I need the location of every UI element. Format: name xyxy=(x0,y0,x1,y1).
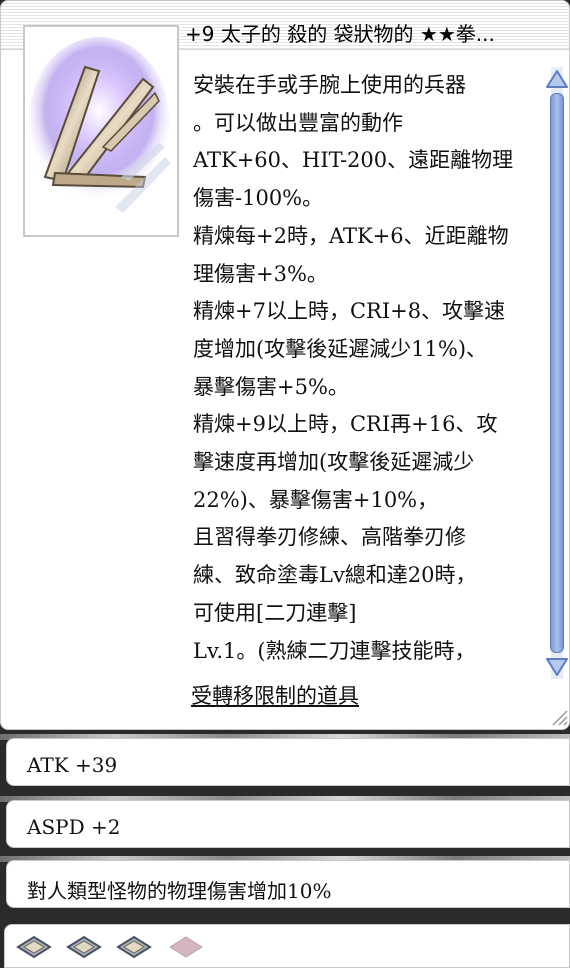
katar-weapon-icon xyxy=(29,37,171,213)
item-description: 安裝在手或手腕上使用的兵器 。可以做出豐富的動作 ATK+60、HIT-200、… xyxy=(193,67,548,683)
item-info-window: +9 太子的 殺的 袋狀物的 ★★拳... 安裝在手或手腕上使用的兵器 。可以做… xyxy=(0,0,570,730)
item-info-stage: +9 太子的 殺的 袋狀物的 ★★拳... 安裝在手或手腕上使用的兵器 。可以做… xyxy=(0,0,570,968)
scroll-up-arrow-icon[interactable] xyxy=(544,67,570,91)
option-label: ASPD +2 xyxy=(27,815,121,839)
description-line: 理傷害+3%。 xyxy=(193,261,328,286)
description-line: 安裝在手或手腕上使用的兵器 xyxy=(193,73,466,97)
card-slot-bar xyxy=(0,920,570,968)
description-line: 精煉每+2時，ATK+6、近距離物 xyxy=(193,223,509,248)
trade-limit-link[interactable]: 受轉移限制的道具 xyxy=(191,681,359,711)
description-line: 精煉+7以上時，CRI+8、攻擊速 xyxy=(193,299,506,324)
description-line: 。可以做出豐富的動作 xyxy=(193,110,403,135)
option-card: ASPD +2 xyxy=(6,800,570,848)
description-line: 擊速度再增加(攻擊後延遲減少 xyxy=(193,450,475,475)
description-line: 22%)、暴擊傷害+10%， xyxy=(193,487,439,512)
description-line: 暴擊傷害+5%。 xyxy=(193,374,349,399)
description-scrollbar[interactable] xyxy=(544,67,570,679)
description-line: 度增加(攻擊後延遲減少11%)、 xyxy=(193,336,488,361)
scroll-thumb[interactable] xyxy=(550,93,564,653)
description-line: 練、致命塗毒Lv總和達20時， xyxy=(193,563,477,588)
option-row: ATK +39 xyxy=(0,734,570,790)
description-line: 精煉+9以上時，CRI再+16、攻 xyxy=(193,412,498,437)
card-slot-filled-icon[interactable] xyxy=(14,934,54,960)
description-line: 傷害-100%。 xyxy=(193,186,324,211)
option-card: 對人類型怪物的物理傷害增加10% xyxy=(6,860,570,908)
option-card: ATK +39 xyxy=(6,738,570,786)
scroll-down-arrow-icon[interactable] xyxy=(544,655,570,679)
item-image xyxy=(23,25,179,237)
description-line: 且習得拳刃修練、高階拳刃修 xyxy=(193,525,466,550)
item-title: +9 太子的 殺的 袋狀物的 ★★拳... xyxy=(185,22,495,46)
description-line: Lv.1。(熟練二刀連擊技能時， xyxy=(193,638,476,663)
option-label: ATK +39 xyxy=(27,753,118,777)
description-line: 可使用[二刀連擊] xyxy=(193,600,357,625)
card-slot-filled-icon[interactable] xyxy=(114,934,154,960)
resize-grip-icon[interactable] xyxy=(549,707,569,727)
description-line: ATK+60、HIT-200、遠距離物理 xyxy=(193,148,514,173)
option-row: ASPD +2 xyxy=(0,796,570,852)
option-row: 對人類型怪物的物理傷害增加10% xyxy=(0,856,570,912)
card-slot-empty-icon[interactable] xyxy=(166,934,206,960)
option-label: 對人類型怪物的物理傷害增加10% xyxy=(27,879,332,903)
card-slot-filled-icon[interactable] xyxy=(64,934,104,960)
